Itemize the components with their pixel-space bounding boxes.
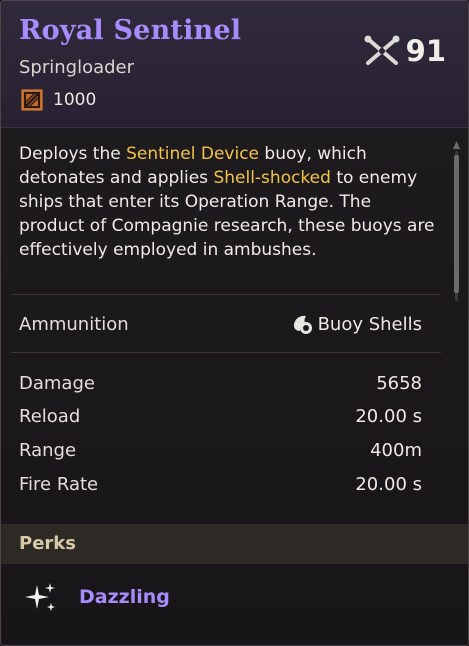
stat-value: 5658 xyxy=(376,372,422,394)
ammunition-value: Buoy Shells xyxy=(290,312,422,336)
ammunition-label: Ammunition xyxy=(19,313,129,335)
stat-label: Reload xyxy=(19,405,81,427)
stat-row-damage: Damage 5658 xyxy=(19,368,422,398)
stat-value: 20.00 s xyxy=(355,473,422,495)
stat-row-reload: Reload 20.00 s xyxy=(19,401,422,431)
stat-value: 400m xyxy=(370,439,422,461)
item-description: Deploys the Sentinel Device buoy, which … xyxy=(19,142,439,262)
perks-title: Perks xyxy=(19,533,76,554)
ammunition-text: Buoy Shells xyxy=(317,313,422,335)
keyword-shell-shocked[interactable]: Shell-shocked xyxy=(213,168,330,188)
cost-value: 1000 xyxy=(53,90,97,110)
keyword-sentinel-device[interactable]: Sentinel Device xyxy=(126,144,259,164)
crossed-cannons-icon xyxy=(362,31,402,71)
stat-label: Range xyxy=(19,439,77,461)
perk-item[interactable]: Dazzling xyxy=(23,579,170,615)
item-name: Royal Sentinel xyxy=(19,15,242,46)
item-cost: 1000 xyxy=(21,89,96,111)
item-level: 91 xyxy=(362,31,446,71)
scrollbar-thumb[interactable] xyxy=(454,155,459,293)
stat-label: Fire Rate xyxy=(19,473,99,495)
level-value: 91 xyxy=(405,34,446,68)
perk-name: Dazzling xyxy=(79,586,170,608)
ammunition-row: Ammunition Buoy Shells xyxy=(19,309,422,339)
shell-icon xyxy=(290,312,314,336)
crate-icon xyxy=(21,89,43,111)
section-divider xyxy=(11,294,441,295)
stat-row-range: Range 400m xyxy=(19,435,422,465)
stat-value: 20.00 s xyxy=(355,405,422,427)
item-tooltip: Royal Sentinel Springloader 1000 91 Depl… xyxy=(0,0,469,646)
stat-label: Damage xyxy=(19,372,95,394)
section-divider xyxy=(11,352,441,353)
scroll-up-icon[interactable] xyxy=(453,141,460,149)
description-text: Deploys the xyxy=(19,144,127,164)
sparkle-icon xyxy=(23,579,59,615)
item-type: Springloader xyxy=(19,57,135,78)
stat-row-fire-rate: Fire Rate 20.00 s xyxy=(19,469,422,499)
description-scrollbar[interactable] xyxy=(453,141,460,301)
